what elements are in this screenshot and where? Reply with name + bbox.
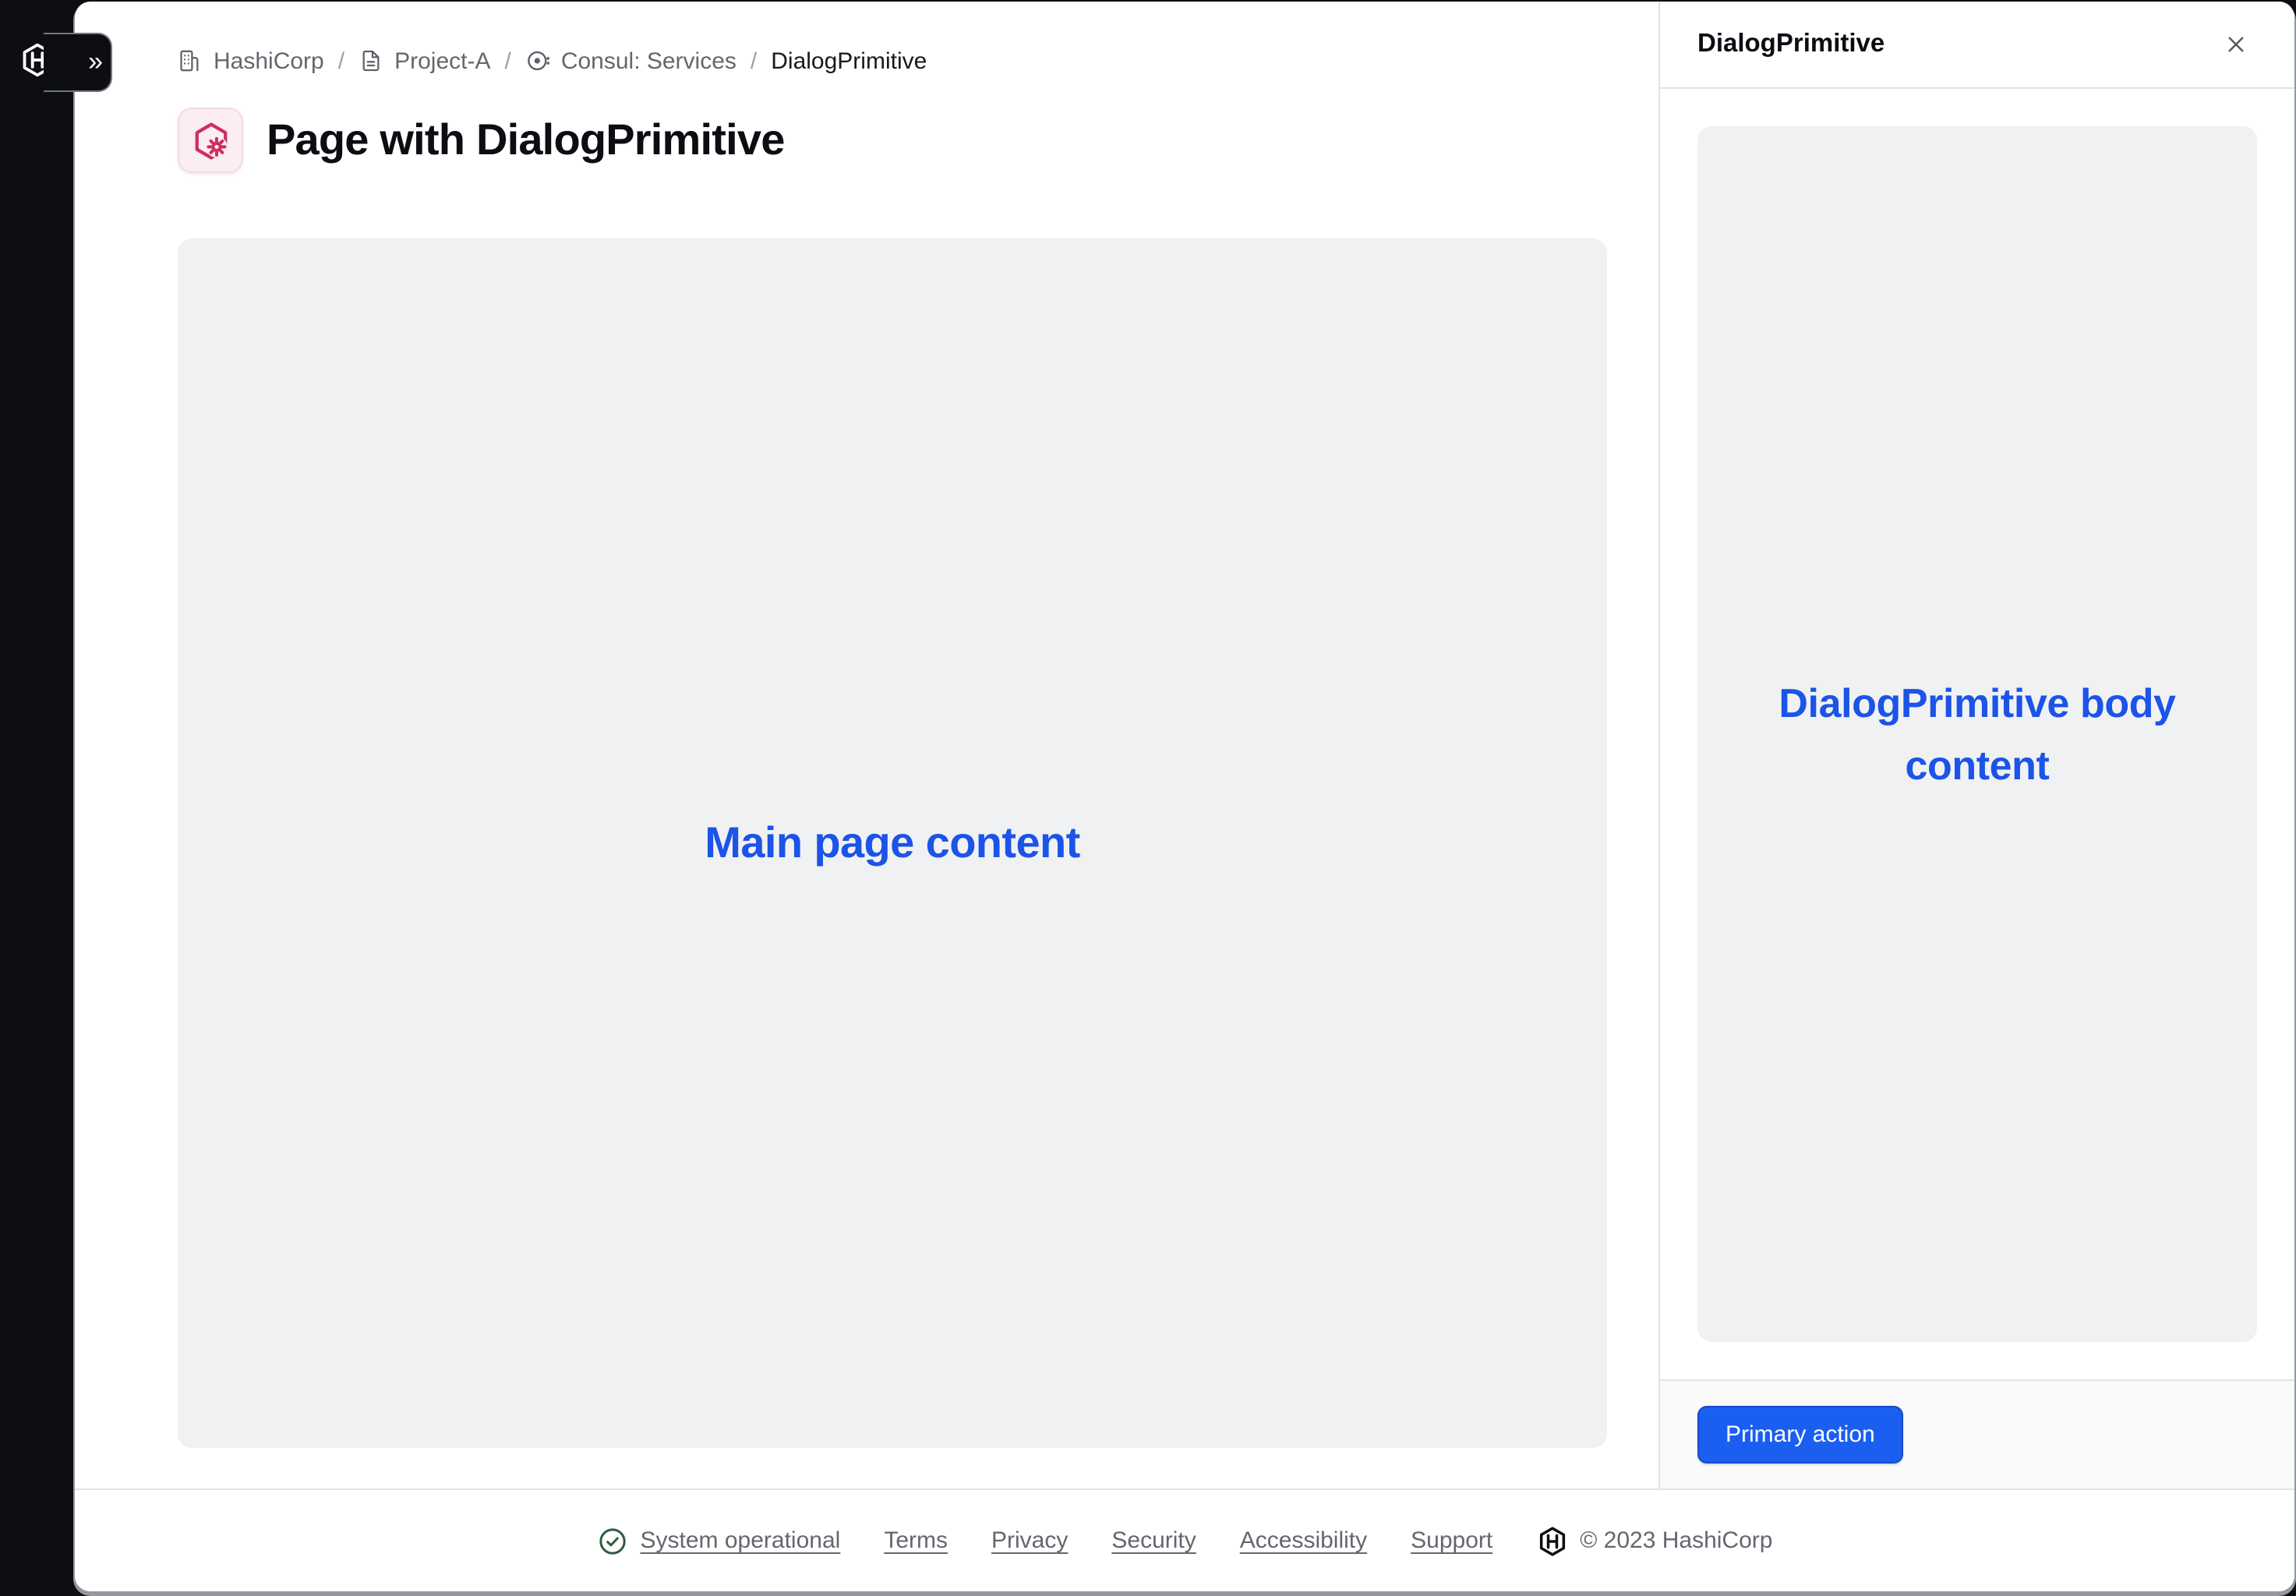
breadcrumb-item-consul-services[interactable]: Consul: Services (525, 48, 736, 74)
close-icon (2224, 33, 2247, 56)
copyright-text: © 2023 HashiCorp (1580, 1527, 1772, 1554)
dialog-panel: DialogPrimitive DialogPrimitive body con… (1658, 2, 2294, 1488)
system-status-link[interactable]: System operational (597, 1525, 841, 1556)
primary-action-button[interactable]: Primary action (1697, 1406, 1903, 1464)
system-status-label: System operational (641, 1527, 841, 1554)
breadcrumb-label: Consul: Services (561, 48, 736, 74)
page-icon-badge (178, 108, 243, 173)
main-content-placeholder: Main page content (178, 238, 1607, 1448)
footer-link-security[interactable]: Security (1111, 1527, 1196, 1554)
consul-icon (525, 48, 550, 73)
breadcrumb-label: HashiCorp (214, 48, 324, 74)
app-surface: HashiCorp / Project-A / (75, 2, 2294, 1591)
file-text-icon (359, 48, 383, 73)
breadcrumb: HashiCorp / Project-A / (178, 45, 1607, 76)
breadcrumb-item-dialogprimitive: DialogPrimitive (771, 48, 927, 74)
breadcrumb-separator: / (504, 48, 510, 74)
org-building-icon (178, 48, 203, 73)
dialog-title: DialogPrimitive (1697, 30, 1884, 59)
breadcrumb-separator: / (751, 48, 757, 74)
dialog-placeholder-label: DialogPrimitive body content (1767, 671, 2188, 796)
app-sidebar (0, 0, 75, 1596)
double-chevron-right-icon: » (88, 48, 101, 74)
footer-brand: © 2023 HashiCorp (1536, 1525, 1772, 1556)
dialog-body: DialogPrimitive body content (1660, 89, 2294, 1379)
breadcrumb-item-hashicorp[interactable]: HashiCorp (178, 48, 324, 74)
dialog-header: DialogPrimitive (1660, 2, 2294, 89)
breadcrumb-item-project-a[interactable]: Project-A (359, 48, 490, 74)
breadcrumb-label: Project-A (394, 48, 490, 74)
footer-link-accessibility[interactable]: Accessibility (1240, 1527, 1367, 1554)
main-placeholder-label: Main page content (705, 818, 1079, 868)
check-circle-icon (597, 1525, 628, 1556)
page-header: Page with DialogPrimitive (178, 108, 1607, 173)
dialog-body-placeholder: DialogPrimitive body content (1697, 126, 2257, 1342)
main-content: HashiCorp / Project-A / (75, 2, 1658, 1488)
app-footer: System operational Terms Privacy Securit… (75, 1488, 2294, 1591)
hashicorp-logo-icon (1536, 1525, 1567, 1556)
content-row: HashiCorp / Project-A / (75, 2, 2294, 1488)
hexagon-gear-icon (189, 119, 231, 161)
footer-link-support[interactable]: Support (1411, 1527, 1492, 1554)
footer-link-privacy[interactable]: Privacy (991, 1527, 1068, 1554)
app-window: » HashiCorp (0, 0, 2296, 1596)
footer-link-terms[interactable]: Terms (884, 1527, 948, 1554)
dialog-footer: Primary action (1660, 1379, 2294, 1488)
breadcrumb-separator: / (338, 48, 344, 74)
sidebar-expand-button[interactable]: » (44, 33, 112, 92)
dialog-close-button[interactable] (2213, 23, 2257, 66)
breadcrumb-label: DialogPrimitive (771, 48, 927, 74)
page-title: Page with DialogPrimitive (267, 115, 785, 165)
